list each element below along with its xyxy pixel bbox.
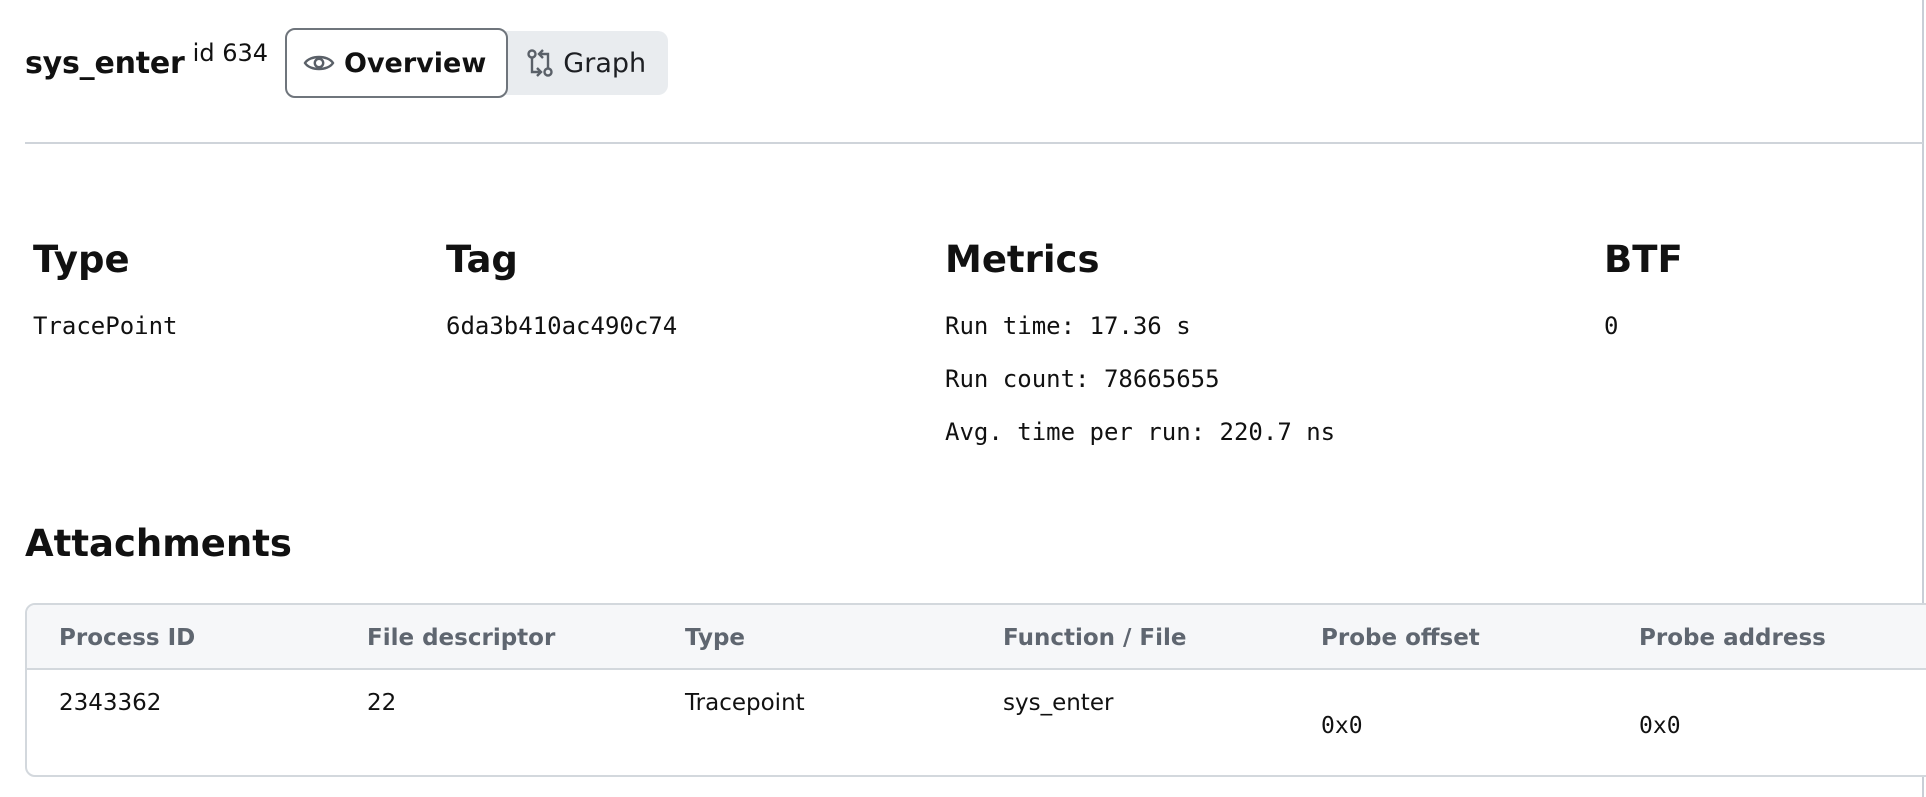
tab-graph[interactable]: Graph xyxy=(508,31,668,95)
attachments-table: Process ID File descriptor Type Function… xyxy=(25,603,1926,777)
tag-section: Tag 6da3b410ac490c74 xyxy=(446,238,677,353)
column-probe-offset: Probe offset xyxy=(1321,625,1480,651)
run-count: Run count: 78665655 xyxy=(945,365,1220,393)
column-process-id: Process ID xyxy=(59,625,196,651)
btf-section: BTF 0 xyxy=(1604,238,1683,353)
metrics-heading: Metrics xyxy=(945,238,1100,281)
page-header: sys_enter id 634 Overview Graph xyxy=(25,28,669,98)
type-value: TracePoint xyxy=(33,312,178,340)
btf-value: 0 xyxy=(1604,312,1619,340)
program-id: id 634 xyxy=(192,39,268,67)
attachments-heading: Attachments xyxy=(25,522,292,565)
column-function-file: Function / File xyxy=(1003,625,1187,651)
table-row: 2343362 22 Tracepoint sys_enter 0x0 0x0 xyxy=(27,670,1926,775)
cell-probe-address: 0x0 xyxy=(1639,713,1681,739)
cell-file-descriptor: 22 xyxy=(367,690,397,716)
header-divider xyxy=(25,142,1923,144)
cell-process-id: 2343362 xyxy=(59,690,162,716)
metrics-section: Metrics Run time: 17.36 s Run count: 786… xyxy=(945,238,1335,459)
cell-type: Tracepoint xyxy=(685,690,805,716)
tab-group: Overview Graph xyxy=(285,28,669,98)
column-file-descriptor: File descriptor xyxy=(367,625,556,651)
tab-overview-label: Overview xyxy=(344,47,487,79)
program-name: sys_enter xyxy=(25,45,185,81)
table-header: Process ID File descriptor Type Function… xyxy=(27,605,1926,670)
cell-function-file: sys_enter xyxy=(1003,690,1114,716)
eye-icon xyxy=(303,52,335,74)
column-probe-address: Probe address xyxy=(1639,625,1826,651)
type-heading: Type xyxy=(33,238,130,281)
tag-value: 6da3b410ac490c74 xyxy=(446,312,678,340)
tab-overview[interactable]: Overview xyxy=(285,28,509,98)
cell-probe-offset: 0x0 xyxy=(1321,713,1363,739)
tab-graph-label: Graph xyxy=(563,47,647,79)
avg-time-per-run: Avg. time per run: 220.7 ns xyxy=(945,418,1336,446)
btf-heading: BTF xyxy=(1604,238,1683,281)
column-type: Type xyxy=(685,625,746,651)
git-compare-icon xyxy=(526,48,554,78)
type-section: Type TracePoint xyxy=(33,238,178,353)
run-time: Run time: 17.36 s xyxy=(945,312,1191,340)
tag-heading: Tag xyxy=(446,238,518,281)
